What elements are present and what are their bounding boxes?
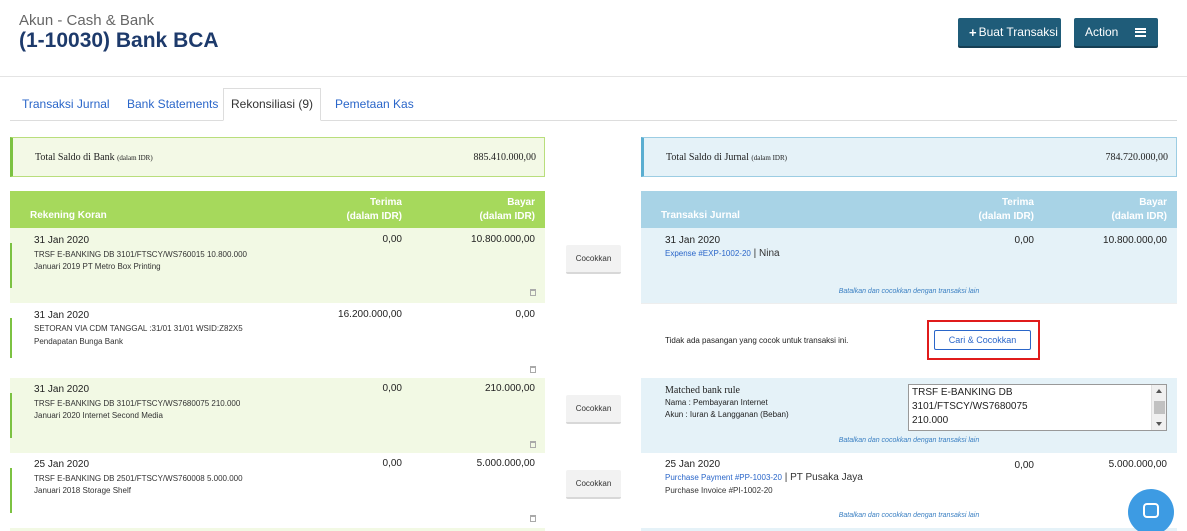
jurnal-row-date: 31 Jan 2020 [665, 235, 721, 246]
rule-line: 3101/FTSCY/WS7680075 [912, 401, 1028, 412]
tab-bank-statements[interactable]: Bank Statements [127, 97, 218, 111]
bank-row: 25 Jan 2020 TRSF E-BANKING DB 2501/FTSCY… [10, 453, 545, 528]
bank-col-terima: Terima (dalam IDR) [346, 197, 402, 222]
bank-row-date: 31 Jan 2020 [34, 310, 90, 321]
bank-row-desc2: Pendapatan Bunga Bank [34, 337, 123, 346]
jurnal-party: PT Pusaka Jaya [790, 472, 863, 483]
chat-launcher[interactable] [1128, 489, 1174, 531]
bank-row-desc2: Januari 2019 PT Metro Box Printing [34, 262, 161, 271]
chat-icon [1143, 503, 1159, 518]
total-saldo-jurnal: Total Saldo di Jurnal (dalam IDR) 784.72… [641, 137, 1177, 177]
bank-row: 31 Jan 2020 TRSF E-BANKING DB 3101/FTSCY… [10, 378, 545, 453]
scroll-thumb[interactable] [1154, 401, 1165, 414]
jurnal-col-bayar: Bayar (dalam IDR) [1111, 197, 1167, 222]
expense-link[interactable]: Expense #EXP-1002-20 [665, 249, 751, 258]
bank-row: 31 Jan 2020 TRSF E-BANKING DB 3101/FTSCY… [10, 228, 545, 303]
bank-row-bayar: 5.000.000,00 [476, 458, 535, 469]
bank-row-desc: TRSF E-BANKING DB 2501/FTSCY/WS760008 5.… [34, 474, 243, 483]
menu-icon [1135, 27, 1146, 37]
bank-row-desc: SETORAN VIA CDM TANGGAL :31/01 31/01 WSI… [34, 324, 243, 333]
trash-icon[interactable] [530, 515, 536, 522]
rule-line: 210.000 [912, 415, 949, 426]
bank-row-date: 31 Jan 2020 [34, 384, 90, 395]
jurnal-row-date: 25 Jan 2020 [665, 459, 721, 470]
account-type-label: Akun - Cash & Bank [19, 12, 155, 29]
jurnal-row: 31 Jan 2020 Expense #EXP-1002-20 | Nina … [641, 228, 1177, 303]
bank-row-bayar: 210.000,00 [484, 383, 535, 394]
jurnal-row-desc2: Purchase Invoice #PI-1002-20 [665, 486, 773, 495]
jurnal-row-terima: 0,00 [1014, 460, 1034, 471]
bank-row-terima: 16.200.000,00 [338, 309, 402, 320]
bank-table-header: Rekening Koran Terima (dalam IDR) Bayar (d… [10, 191, 545, 228]
bank-row-terima: 0,00 [382, 458, 402, 469]
no-match-text: Tidak ada pasangan yang cocok untuk tran… [665, 336, 849, 345]
bank-row-desc2: Januari 2020 Internet Second Media [34, 411, 163, 420]
total-bank-value: 885.410.000,00 [473, 152, 537, 163]
trash-icon[interactable] [530, 289, 536, 296]
action-button[interactable]: Action [1074, 18, 1158, 46]
tab-rekonsiliasi[interactable]: Rekonsiliasi (9) [223, 88, 321, 121]
bank-row-date: 31 Jan 2020 [34, 235, 90, 246]
rule-description-box[interactable]: TRSF E-BANKING DB 3101/FTSCY/WS7680075 2… [908, 384, 1167, 431]
total-bank-label: Total Saldo di Bank [35, 152, 115, 163]
cocokkan-button[interactable]: Cocokkan [566, 470, 621, 499]
matched-rule-title: Matched bank rule [665, 385, 740, 396]
rule-akun: Akun : Iuran & Langganan (Beban) [665, 410, 789, 419]
total-jurnal-value: 784.720.000,00 [1105, 152, 1169, 163]
purchase-payment-link[interactable]: Purchase Payment #PP-1003-20 [665, 473, 782, 482]
tab-pemetaan-kas[interactable]: Pemetaan Kas [335, 97, 414, 111]
jurnal-col-terima: Terima (dalam IDR) [978, 197, 1034, 222]
cocokkan-button[interactable]: Cocokkan [566, 395, 621, 424]
scroll-down-icon[interactable] [1156, 422, 1162, 426]
bank-row-bayar: 0,00 [515, 309, 535, 320]
cocokkan-button[interactable]: Cocokkan [566, 245, 621, 274]
batalkan-link[interactable]: Batalkan dan cocokkan dengan transaksi l… [641, 512, 1177, 519]
total-bank-unit: (dalam IDR) [117, 154, 153, 162]
total-saldo-bank: Total Saldo di Bank (dalam IDR) 885.410.… [10, 137, 545, 177]
bank-row-desc: TRSF E-BANKING DB 3101/FTSCY/WS7680075 2… [34, 399, 241, 408]
rule-nama: Nama : Pembayaran Internet [665, 398, 768, 407]
scroll-up-icon[interactable] [1156, 389, 1162, 393]
batalkan-link[interactable]: Batalkan dan cocokkan dengan transaksi l… [641, 288, 1177, 295]
bank-row-bayar: 10.800.000,00 [471, 234, 535, 245]
jurnal-row: 25 Jan 2020 Purchase Payment #PP-1003-20… [641, 453, 1177, 528]
bank-row-terima: 0,00 [382, 383, 402, 394]
bank-row-desc: TRSF E-BANKING DB 3101/FTSCY/WS760015 10… [34, 250, 247, 259]
buat-transaksi-button[interactable]: + Buat Transaksi [958, 18, 1061, 46]
tab-transaksi-jurnal[interactable]: Transaksi Jurnal [22, 97, 110, 111]
jurnal-col-name: Transaksi Jurnal [661, 210, 740, 221]
page-title: (1-10030) Bank BCA [19, 29, 219, 52]
header-divider [0, 76, 1187, 77]
buat-transaksi-label: Buat Transaksi [978, 25, 1058, 39]
rule-line: TRSF E-BANKING DB [912, 387, 1013, 398]
jurnal-table-header: Transaksi Jurnal Terima (dalam IDR) Bayar… [641, 191, 1177, 228]
tabs-divider [10, 120, 1177, 121]
cari-cocokkan-button[interactable]: Cari & Cocokkan [934, 330, 1031, 350]
bank-col-bayar: Bayar (dalam IDR) [479, 197, 535, 222]
trash-icon[interactable] [530, 441, 536, 448]
bank-row-terima: 0,00 [382, 234, 402, 245]
scrollbar[interactable] [1151, 385, 1166, 430]
bank-row-date: 25 Jan 2020 [34, 459, 90, 470]
batalkan-link[interactable]: Batalkan dan cocokkan dengan transaksi l… [641, 437, 1177, 444]
jurnal-row-terima: 0,00 [1014, 235, 1034, 246]
plus-icon: + [969, 24, 977, 40]
bank-col-name: Rekening Koran [30, 210, 107, 221]
reconciliation-page: Akun - Cash & Bank (1-10030) Bank BCA + … [0, 0, 1187, 531]
jurnal-row-bayar: 10.800.000,00 [1103, 235, 1167, 246]
total-jurnal-unit: (dalam IDR) [751, 154, 787, 162]
total-jurnal-label: Total Saldo di Jurnal [666, 152, 749, 163]
trash-icon[interactable] [530, 366, 536, 373]
jurnal-party: Nina [759, 248, 780, 259]
bank-row: 31 Jan 2020 SETORAN VIA CDM TANGGAL :31/… [10, 303, 545, 378]
bank-row-desc2: Januari 2018 Storage Shelf [34, 486, 131, 495]
action-label: Action [1085, 25, 1119, 39]
jurnal-row-bayar: 5.000.000,00 [1108, 459, 1167, 470]
